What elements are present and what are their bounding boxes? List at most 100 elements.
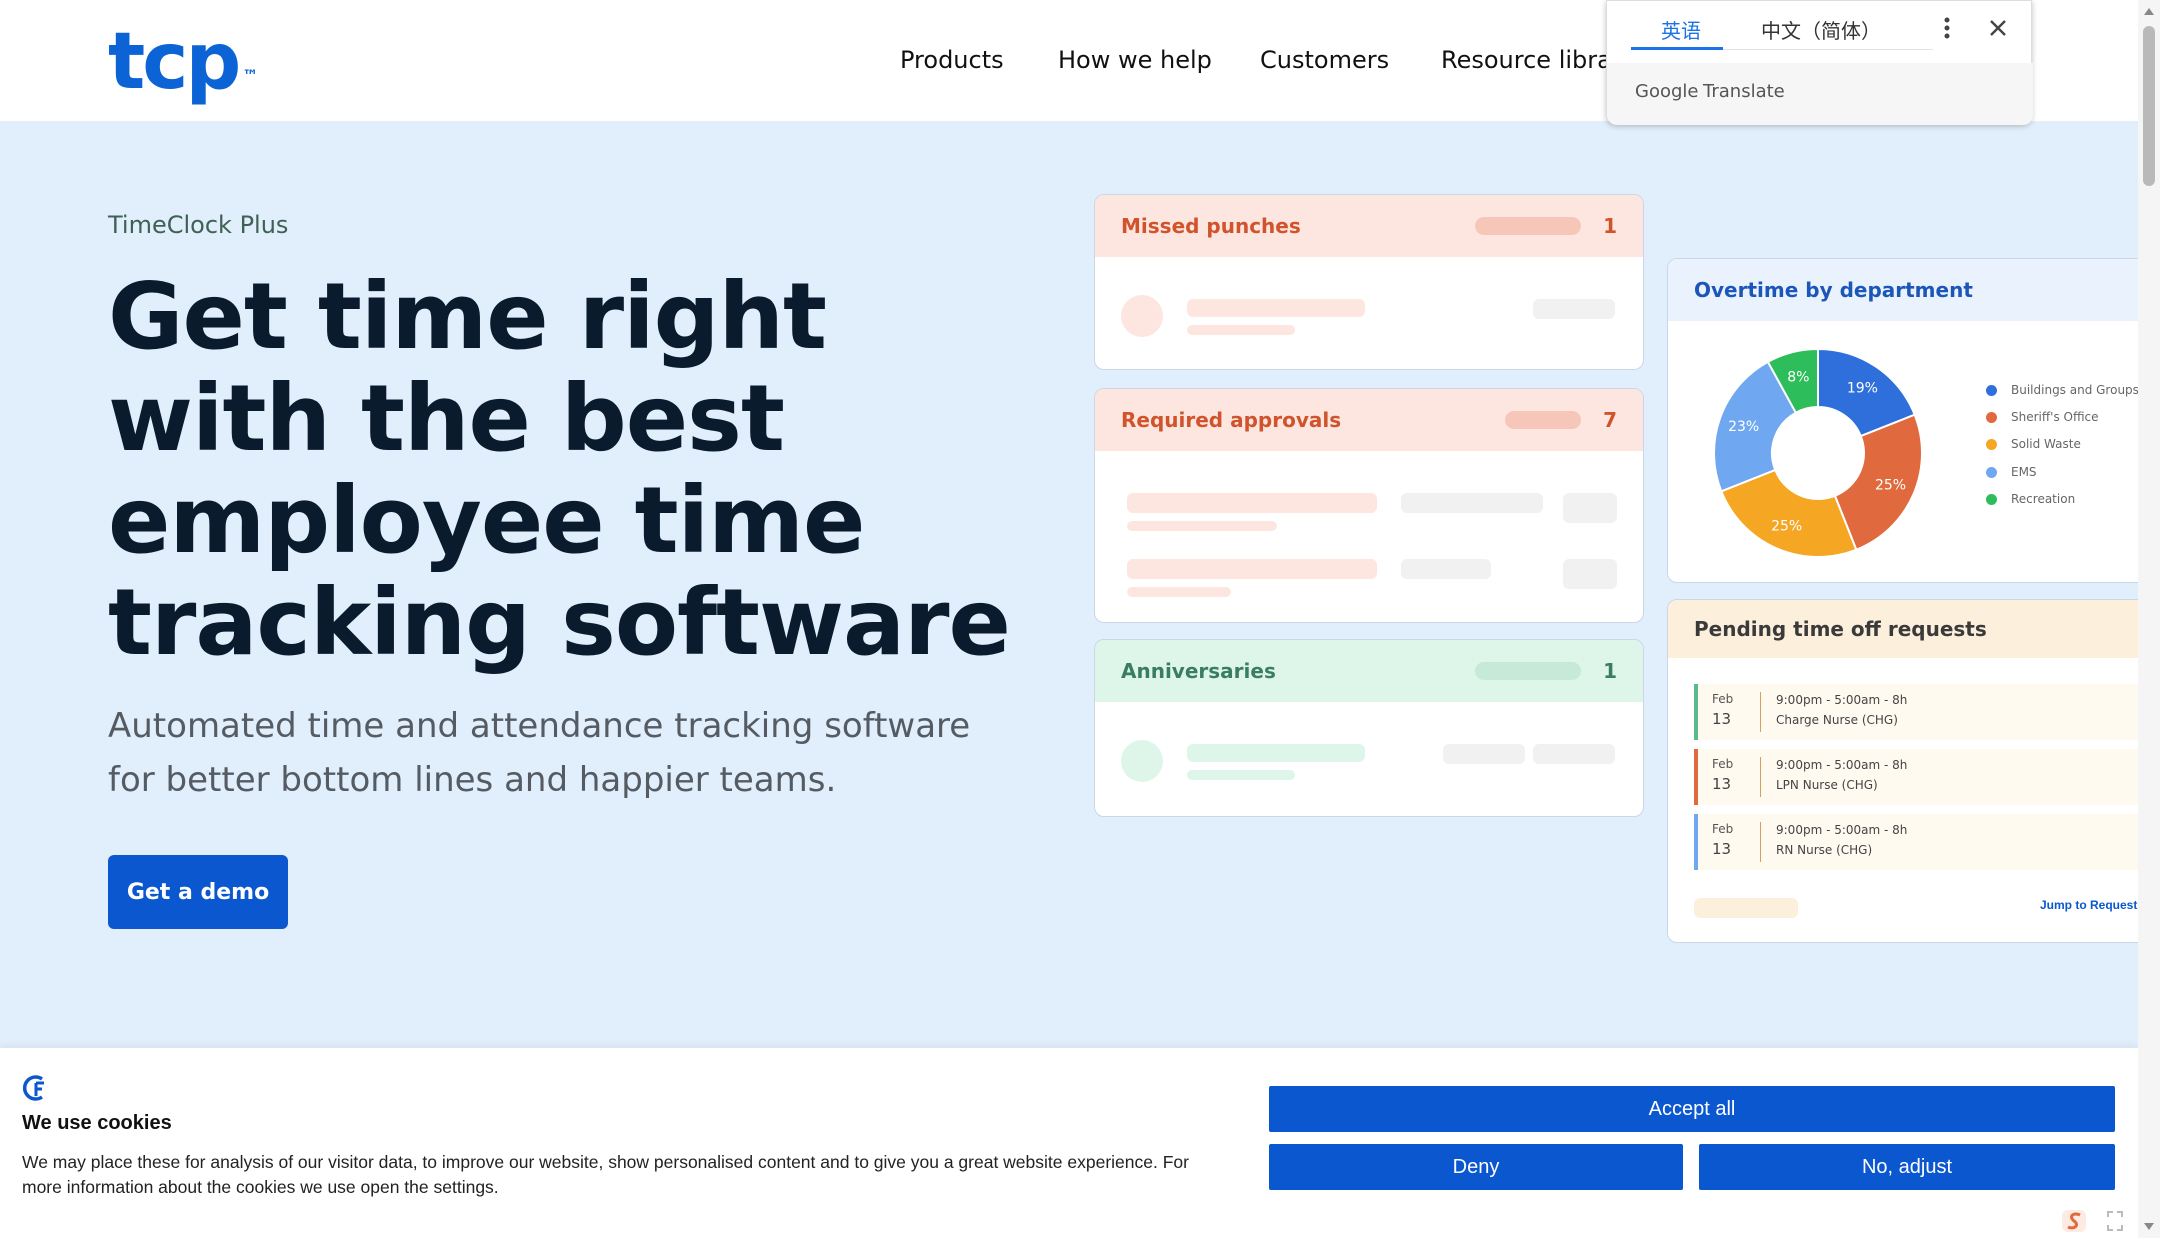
legend-swatch — [1986, 438, 1997, 450]
request-month: Feb — [1712, 822, 1734, 836]
lang-english-tab[interactable]: 英语 — [1661, 15, 1701, 44]
placeholder-bar — [1187, 299, 1365, 317]
request-time: 9:00pm - 5:00am - 8h — [1776, 693, 1908, 707]
lang-chinese-tab[interactable]: 中文（简体） — [1761, 15, 1881, 44]
more-vert-icon[interactable] — [1937, 15, 1957, 41]
request-day: 13 — [1712, 775, 1732, 793]
nav-customers[interactable]: Customers — [1260, 46, 1389, 74]
overtime-pie-chart: 19% 25% 25% 23% 8% — [1713, 347, 1923, 558]
google-logo: Google — [1635, 81, 1699, 102]
overtime-card: Overtime by department 19% 25% 25% 23% 8% Bu… — [1667, 258, 2138, 583]
scroll-thumb[interactable] — [2143, 26, 2155, 186]
cookie-title: We use cookies — [22, 1112, 172, 1134]
legend-swatch — [1986, 493, 1997, 505]
cookie-description: We may place these for analysis of our v… — [22, 1152, 1189, 1197]
tab-divider — [1723, 49, 1933, 50]
divider — [1760, 757, 1761, 797]
request-time: 9:00pm - 5:00am - 8h — [1776, 823, 1908, 837]
pending-requests-card: Pending time off requests Feb 13 9:00pm … — [1667, 599, 2138, 943]
page-scrollbar[interactable] — [2138, 0, 2160, 1238]
anniversaries-header: Anniversaries 1 — [1095, 640, 1643, 702]
legend-swatch — [1986, 384, 1997, 396]
pie-slice-label: 23% — [1728, 419, 1759, 435]
request-role: LPN Nurse (CHG) — [1776, 778, 1878, 792]
request-day: 13 — [1712, 710, 1732, 728]
legend-item: Recreation — [1986, 492, 2075, 506]
placeholder-bar — [1127, 587, 1231, 597]
placeholder-bar — [1533, 299, 1615, 319]
adjust-button[interactable]: No, adjust — [1699, 1144, 2115, 1190]
placeholder-pill — [1505, 411, 1581, 429]
pending-requests-header: Pending time off requests — [1668, 600, 2138, 658]
placeholder-bar — [1401, 559, 1491, 579]
request-row[interactable]: Feb 13 9:00pm - 5:00am - 8h LPN Nurse (C… — [1694, 749, 2138, 805]
required-approvals-count: 7 — [1603, 408, 1617, 432]
request-time: 9:00pm - 5:00am - 8h — [1776, 758, 1908, 772]
extension-icon[interactable] — [2060, 1208, 2088, 1234]
anniversaries-count: 1 — [1603, 659, 1617, 683]
divider — [1760, 692, 1761, 732]
nav-how-we-help[interactable]: How we help — [1058, 46, 1212, 74]
scroll-up-arrow-icon[interactable] — [2143, 6, 2155, 16]
avatar-placeholder — [1121, 740, 1163, 782]
required-approvals-header: Required approvals 7 — [1095, 389, 1643, 451]
nav-products[interactable]: Products — [900, 46, 1004, 74]
get-demo-button[interactable]: Get a demo — [108, 855, 288, 929]
deny-button[interactable]: Deny — [1269, 1144, 1683, 1190]
accept-all-button[interactable]: Accept all — [1269, 1086, 2115, 1132]
hero-section: TimeClock Plus Get time right with the b… — [0, 121, 2138, 1048]
legend-swatch — [1986, 411, 1997, 423]
cookie-consent-icon — [22, 1075, 44, 1101]
tcp-logo[interactable]: tcp ™ — [108, 22, 258, 102]
legend-item: Solid Waste — [1986, 437, 2081, 451]
pie-slice-label: 8% — [1787, 369, 1809, 385]
legend-item: EMS — [1986, 465, 2037, 479]
placeholder-bar — [1401, 493, 1543, 513]
placeholder-bar — [1443, 744, 1525, 764]
missed-punches-title: Missed punches — [1121, 214, 1301, 238]
avatar-placeholder — [1121, 295, 1163, 337]
legend-item: Sheriff's Office — [1986, 410, 2099, 424]
placeholder-bar — [1127, 559, 1377, 579]
pie-slice-label: 19% — [1847, 381, 1878, 397]
request-row[interactable]: Feb 13 9:00pm - 5:00am - 8h RN Nurse (CH… — [1694, 814, 2138, 870]
pie-slice-label: 25% — [1875, 477, 1906, 493]
placeholder-bar — [1563, 559, 1617, 589]
expand-icon[interactable] — [2106, 1210, 2124, 1232]
placeholder-bar — [1533, 744, 1615, 764]
request-month: Feb — [1712, 692, 1734, 706]
required-approvals-title: Required approvals — [1121, 408, 1342, 432]
hero-headline: Get time right with the best employee ti… — [108, 263, 1011, 676]
scroll-down-arrow-icon[interactable] — [2143, 1222, 2155, 1232]
legend-swatch — [1986, 466, 1997, 478]
hero-eyebrow: TimeClock Plus — [108, 211, 289, 239]
overtime-title: Overtime by department — [1694, 278, 1973, 302]
placeholder-bar — [1187, 770, 1295, 780]
google-translate-popup: 英语 中文（简体） Google Translate — [1606, 0, 2033, 125]
legend-item: Buildings and Groups — [1986, 383, 2138, 397]
placeholder-pill — [1475, 662, 1581, 680]
request-month: Feb — [1712, 757, 1734, 771]
missed-punches-header: Missed punches 1 — [1095, 195, 1643, 257]
request-row[interactable]: Feb 13 9:00pm - 5:00am - 8h Charge Nurse… — [1694, 684, 2138, 740]
placeholder-bar — [1694, 898, 1798, 918]
placeholder-bar — [1187, 744, 1365, 762]
hero-subhead: Automated time and attendance tracking s… — [108, 706, 971, 800]
request-role: RN Nurse (CHG) — [1776, 843, 1873, 857]
request-day: 13 — [1712, 840, 1732, 858]
placeholder-bar — [1563, 493, 1617, 523]
pie-slice-label: 25% — [1771, 519, 1802, 535]
jump-to-request-link[interactable]: Jump to Request — [2040, 898, 2138, 912]
anniversaries-card: Anniversaries 1 — [1094, 639, 1644, 817]
cookie-banner: We use cookies We may place these for an… — [0, 1048, 2138, 1238]
pending-requests-title: Pending time off requests — [1694, 617, 1987, 641]
close-icon[interactable] — [1987, 17, 2009, 39]
missed-punches-count: 1 — [1603, 214, 1617, 238]
anniversaries-title: Anniversaries — [1121, 659, 1276, 683]
required-approvals-card: Required approvals 7 — [1094, 388, 1644, 623]
overtime-header: Overtime by department — [1668, 259, 2138, 321]
placeholder-bar — [1127, 493, 1377, 513]
active-tab-indicator — [1631, 47, 1723, 50]
missed-punches-card: Missed punches 1 — [1094, 194, 1644, 370]
nav-resource-library[interactable]: Resource librar — [1441, 46, 1622, 74]
